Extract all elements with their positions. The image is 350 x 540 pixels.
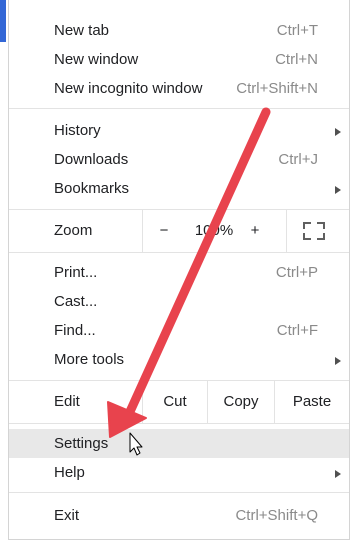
zoom-label: Zoom [54, 222, 93, 239]
menu-item-label: New window [54, 51, 139, 68]
menu-item-new-tab[interactable]: New tab Ctrl+T [9, 16, 349, 45]
zoom-in-button[interactable]: + [240, 210, 270, 252]
submenu-arrow-icon [335, 186, 341, 194]
menu-item-shortcut: Ctrl+Shift+Q [235, 507, 318, 524]
submenu-arrow-icon [335, 128, 341, 136]
menu-separator [9, 108, 349, 109]
background-window-edge [0, 0, 6, 42]
menu-item-new-window[interactable]: New window Ctrl+N [9, 45, 349, 74]
paste-button[interactable]: Paste [275, 381, 349, 423]
menu-item-shortcut: Ctrl+F [276, 322, 318, 339]
menu-separator [9, 252, 349, 253]
zoom-out-button[interactable]: − [149, 210, 179, 252]
zoom-level: 100% [194, 222, 234, 239]
menu-separator [9, 492, 349, 493]
menu-item-label: Find... [54, 322, 96, 339]
submenu-arrow-icon [335, 357, 341, 365]
cut-button[interactable]: Cut [143, 381, 207, 423]
menu-item-label: New tab [54, 22, 110, 39]
menu-item-label: Downloads [54, 151, 129, 168]
edit-row: Edit Cut Copy Paste [9, 381, 349, 423]
menu-item-shortcut: Ctrl+Shift+N [236, 80, 318, 97]
menu-item-new-incognito-window[interactable]: New incognito window Ctrl+Shift+N [9, 74, 349, 103]
menu-item-help[interactable]: Help [9, 458, 349, 487]
menu-item-more-tools[interactable]: More tools [9, 345, 349, 374]
menu-item-label: New incognito window [54, 80, 203, 97]
menu-item-shortcut: Ctrl+T [276, 22, 318, 39]
fullscreen-icon[interactable] [303, 222, 325, 240]
zoom-divider [286, 210, 287, 252]
zoom-divider [142, 210, 143, 252]
menu-item-label: Help [54, 464, 85, 481]
menu-item-label: Cast... [54, 293, 98, 310]
menu-separator [9, 423, 349, 424]
menu-item-print[interactable]: Print... Ctrl+P [9, 258, 349, 287]
menu-item-label: Print... [54, 264, 98, 281]
copy-button[interactable]: Copy [208, 381, 274, 423]
chrome-main-menu: New tab Ctrl+T New window Ctrl+N New inc… [8, 0, 350, 540]
menu-item-label: History [54, 122, 101, 139]
menu-item-cast[interactable]: Cast... [9, 287, 349, 316]
menu-item-shortcut: Ctrl+J [278, 151, 318, 168]
menu-item-shortcut: Ctrl+P [275, 264, 318, 281]
zoom-row: Zoom − 100% + [9, 210, 349, 252]
menu-item-settings[interactable]: Settings [9, 429, 349, 458]
menu-item-bookmarks[interactable]: Bookmarks [9, 174, 349, 203]
menu-item-shortcut: Ctrl+N [275, 51, 318, 68]
edit-label: Edit [54, 393, 80, 410]
menu-item-label: More tools [54, 351, 125, 368]
menu-item-find[interactable]: Find... Ctrl+F [9, 316, 349, 345]
menu-item-downloads[interactable]: Downloads Ctrl+J [9, 145, 349, 174]
menu-item-label: Settings [54, 435, 109, 452]
menu-item-history[interactable]: History [9, 116, 349, 145]
submenu-arrow-icon [335, 470, 341, 478]
menu-item-exit[interactable]: Exit Ctrl+Shift+Q [9, 501, 349, 530]
menu-item-label: Bookmarks [54, 180, 130, 197]
menu-item-label: Exit [54, 507, 80, 524]
